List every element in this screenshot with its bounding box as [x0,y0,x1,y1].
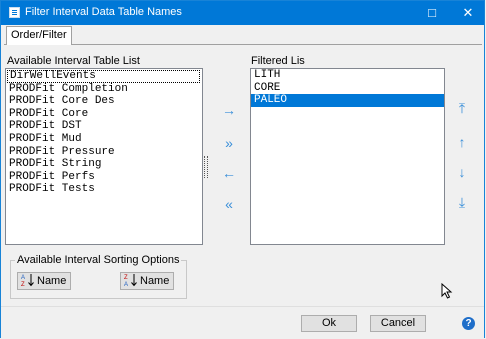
available-list-label: Available Interval Table List [7,55,140,67]
dialog-window: Filter Interval Data Table Names □ ✕ Ord… [0,0,485,339]
available-list-item[interactable]: PRODFit Pressure [6,146,202,159]
svg-text:Z: Z [124,275,128,281]
sorting-options-label: Available Interval Sorting Options [15,254,182,266]
close-button[interactable]: ✕ [450,1,486,25]
title-bar[interactable]: Filter Interval Data Table Names □ ✕ [1,1,484,25]
sort-ascending-label: Name [37,275,67,287]
sort-ascending-icon: A Z [21,274,34,287]
tab-order-filter[interactable]: Order/Filter [6,26,72,45]
available-list-item[interactable]: PRODFit Perfs [6,171,202,184]
filtered-list-label: Filtered Lis [251,55,305,67]
available-list-item[interactable]: PRODFit String [6,158,202,171]
window-title: Filter Interval Data Table Names [25,6,182,18]
available-list-item[interactable]: PRODFit Tests [6,183,202,196]
move-down-button[interactable]: ↓ [452,164,472,180]
ok-button[interactable]: Ok [301,315,357,332]
move-top-button[interactable]: ⤒ [452,100,472,116]
filtered-list-item[interactable]: PALEO [251,94,444,107]
cancel-button[interactable]: Cancel [370,315,426,332]
filtered-list-item[interactable]: LITH [251,69,444,82]
svg-text:Z: Z [21,282,25,287]
sort-descending-icon: Z A [124,274,137,287]
available-list-item[interactable]: PRODFit DST [6,120,202,133]
available-list-item[interactable]: PRODFit Completion [6,83,202,96]
tab-strip: Order/Filter [4,26,482,45]
mouse-cursor-icon [441,283,453,299]
app-icon [9,7,20,18]
move-bottom-button[interactable]: ⤓ [452,194,472,210]
available-list-item[interactable]: DirWellEvents [7,70,200,83]
splitter-handle[interactable] [204,156,208,178]
sort-descending-button[interactable]: Z A Name [120,272,174,290]
available-list-item[interactable]: PRODFit Core Des [6,95,202,108]
help-icon[interactable]: ? [462,317,475,330]
move-up-button[interactable]: ↑ [452,134,472,150]
filtered-table-list[interactable]: LITH CORE PALEO [250,68,445,245]
available-list-item[interactable]: PRODFit Core [6,108,202,121]
svg-text:A: A [124,282,128,287]
remove-button[interactable]: ← [219,165,239,181]
available-table-list[interactable]: DirWellEvents PRODFit Completion PRODFit C… [5,68,203,245]
remove-all-button[interactable]: « [219,196,239,212]
filtered-list-item[interactable]: CORE [251,82,444,95]
add-button[interactable]: → [219,102,239,118]
sort-ascending-button[interactable]: A Z Name [17,272,71,290]
svg-text:A: A [21,275,25,281]
sort-descending-label: Name [140,275,170,287]
maximize-button[interactable]: □ [414,1,450,25]
available-list-item[interactable]: PRODFit Mud [6,133,202,146]
add-all-button[interactable]: » [219,135,239,151]
